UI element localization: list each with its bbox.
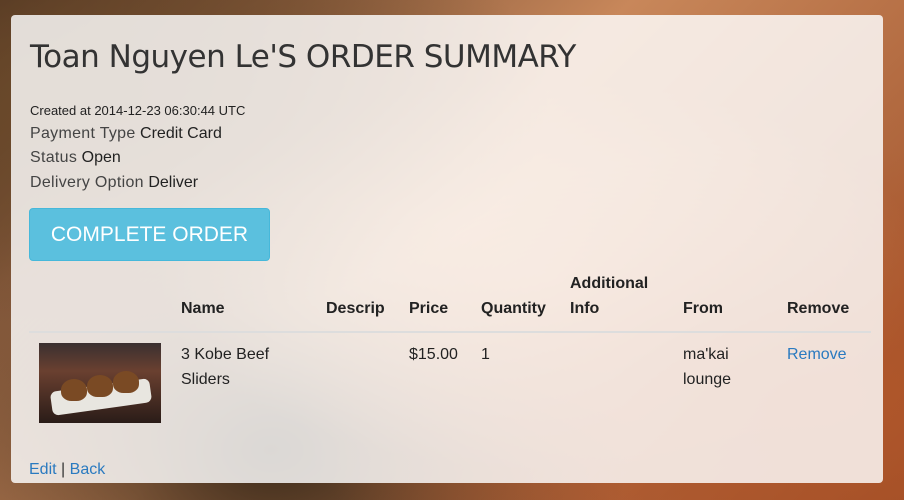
remove-cell: Remove bbox=[787, 342, 847, 367]
item-quantity: 1 bbox=[481, 346, 490, 363]
item-price: $15.00 bbox=[409, 346, 458, 363]
header-name: Name bbox=[181, 300, 225, 317]
header-quantity: Quantity bbox=[481, 300, 546, 317]
order-status: Status Open bbox=[30, 149, 121, 167]
header-descrip: Descrip bbox=[326, 300, 385, 317]
item-name: 3 Kobe Beef Sliders bbox=[181, 342, 269, 392]
back-link[interactable]: Back bbox=[70, 461, 106, 478]
delivery-option: Delivery Option Deliver bbox=[30, 174, 198, 192]
food-photo bbox=[39, 343, 161, 423]
header-price: Price bbox=[409, 300, 449, 317]
order-summary-panel: Toan Nguyen Le'S ORDER SUMMARY Created a… bbox=[11, 15, 883, 483]
item-name-line1: 3 Kobe Beef bbox=[181, 346, 270, 363]
payment-type-value: Credit Card bbox=[140, 125, 222, 142]
created-at: Created at 2014-12-23 06:30:44 UTC bbox=[30, 103, 246, 118]
footer-separator: | bbox=[61, 461, 66, 478]
item-from-line1: ma'kai bbox=[683, 346, 729, 363]
header-from: From bbox=[683, 300, 723, 317]
header-additional-info: Additional Info bbox=[570, 271, 648, 321]
table-header-divider bbox=[29, 331, 871, 333]
item-name-line2: Sliders bbox=[181, 371, 230, 388]
item-from: ma'kai lounge bbox=[683, 342, 731, 392]
header-remove: Remove bbox=[787, 300, 850, 317]
header-additional-line1: Additional bbox=[570, 275, 649, 292]
slider-bun bbox=[61, 379, 87, 401]
item-from-line2: lounge bbox=[683, 371, 732, 388]
delivery-option-value: Deliver bbox=[148, 174, 199, 191]
delivery-option-label: Delivery Option bbox=[30, 174, 144, 191]
header-additional-line2: Info bbox=[570, 300, 600, 317]
edit-link[interactable]: Edit bbox=[29, 461, 57, 478]
footer-links: Edit | Back bbox=[29, 461, 105, 479]
status-value: Open bbox=[81, 149, 121, 166]
page-title: Toan Nguyen Le'S ORDER SUMMARY bbox=[30, 39, 576, 75]
remove-link[interactable]: Remove bbox=[787, 346, 847, 363]
slider-bun bbox=[113, 371, 139, 393]
payment-type: Payment Type Credit Card bbox=[30, 125, 222, 143]
payment-type-label: Payment Type bbox=[30, 125, 136, 142]
status-label: Status bbox=[30, 149, 78, 166]
complete-order-button[interactable]: COMPLETE ORDER bbox=[29, 208, 270, 261]
slider-bun bbox=[87, 375, 113, 397]
